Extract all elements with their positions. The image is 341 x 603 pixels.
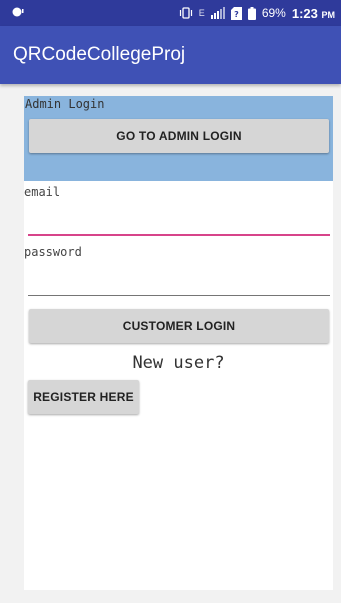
status-bar: E ? 69% 1:23 PM	[0, 0, 341, 26]
new-user-prompt: New user?	[132, 353, 225, 373]
admin-login-label: Admin Login	[25, 97, 105, 111]
admin-login-section: Admin Login GO TO ADMIN LOGIN	[24, 96, 333, 181]
clock: 1:23 PM	[291, 5, 335, 21]
status-icons: E ? 69% 1:23 PM	[179, 5, 335, 21]
password-label: password	[24, 245, 82, 259]
login-content: Admin Login GO TO ADMIN LOGIN email pass…	[24, 96, 333, 590]
battery-icon	[247, 6, 256, 20]
svg-text:?: ?	[234, 10, 239, 19]
go-to-admin-login-button[interactable]: GO TO ADMIN LOGIN	[29, 119, 329, 153]
signal-icon	[210, 7, 225, 19]
customer-login-button[interactable]: CUSTOMER LOGIN	[29, 309, 329, 343]
register-here-button[interactable]: REGISTER HERE	[28, 380, 139, 414]
email-field[interactable]	[28, 208, 330, 236]
password-field[interactable]	[28, 269, 330, 296]
vibrate-icon	[179, 7, 192, 19]
sim-icon: ?	[230, 6, 242, 20]
network-type: E	[198, 8, 205, 18]
app-title: QRCodeCollegeProj	[13, 44, 186, 65]
app-bar: QRCodeCollegeProj	[0, 26, 341, 84]
email-label: email	[24, 185, 61, 199]
battery-percent: 69%	[261, 6, 286, 20]
notification-icon	[12, 7, 24, 17]
